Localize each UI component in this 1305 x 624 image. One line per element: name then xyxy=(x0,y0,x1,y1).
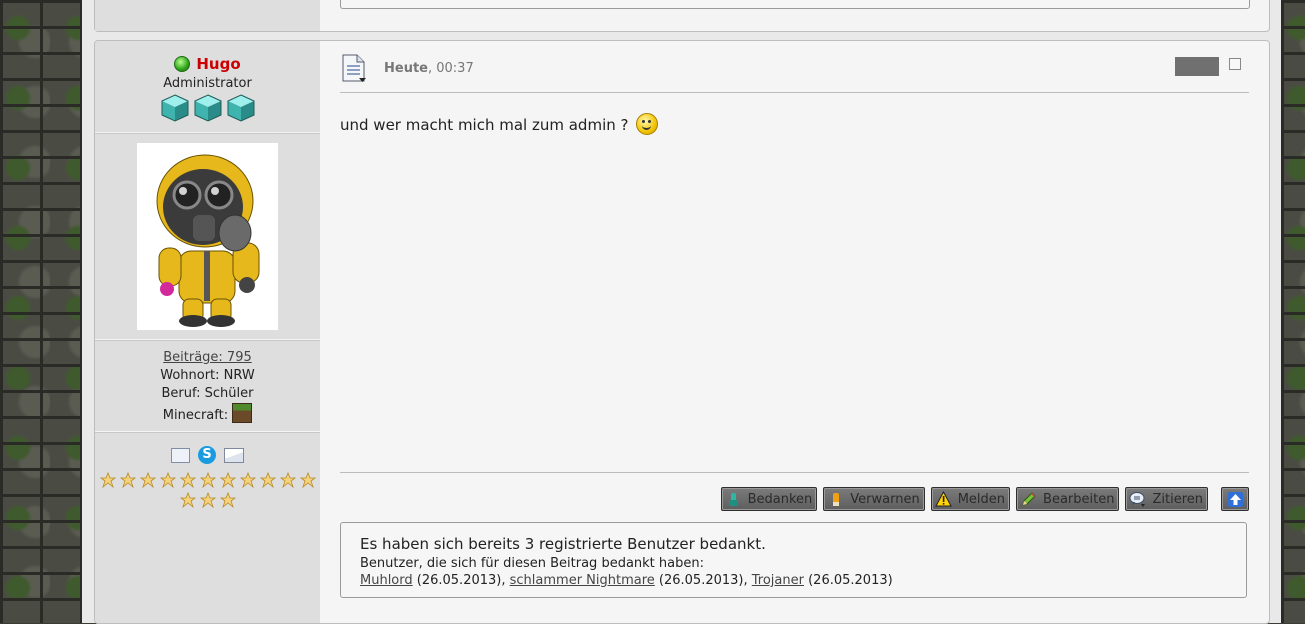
post-date-day: Heute xyxy=(384,61,428,76)
author-location: Wohnort: NRW xyxy=(160,368,255,383)
report-button[interactable]: Melden xyxy=(930,487,1011,511)
author-sidebar: Hugo Administrator Beiträge: 795 Wohnort… xyxy=(95,41,320,623)
post-header: Heute, 00:37 xyxy=(340,51,1249,93)
thanks-button-label: Bedanken xyxy=(747,491,813,507)
thanks-user-date: (26.05.2013), xyxy=(412,573,510,588)
quote-button-label: Zitieren xyxy=(1152,491,1203,507)
award-badge-icon[interactable] xyxy=(299,472,316,488)
arrow-up-icon xyxy=(1227,491,1243,507)
thanks-user-date: (26.05.2013), xyxy=(654,573,752,588)
warn-button[interactable]: Verwarnen xyxy=(823,487,925,511)
author-header: Hugo Administrator xyxy=(95,41,320,133)
award-badge-icon[interactable] xyxy=(239,472,256,488)
report-button-label: Melden xyxy=(957,491,1006,507)
post-document-icon[interactable] xyxy=(342,54,366,83)
award-badge-icon[interactable] xyxy=(179,472,196,488)
thanks-user-date: (26.05.2013) xyxy=(803,573,893,588)
thanks-box: Es haben sich bereits 3 registrierte Ben… xyxy=(340,522,1247,598)
post-divider xyxy=(340,472,1249,473)
minecraft-label: Minecraft: xyxy=(162,408,229,423)
thanks-icon xyxy=(728,492,738,506)
background-wall-right xyxy=(1281,0,1305,623)
award-badge-icon[interactable] xyxy=(219,472,236,488)
post-message: und wer macht mich mal zum admin ? xyxy=(340,113,659,135)
rank-cube-icon xyxy=(227,94,255,122)
warn-icon xyxy=(833,492,840,506)
award-badge-icon[interactable] xyxy=(279,472,296,488)
edit-icon xyxy=(1022,491,1036,506)
award-badge-icon[interactable] xyxy=(179,492,196,508)
online-status-icon xyxy=(174,56,191,72)
background-wall-left xyxy=(0,0,82,623)
award-badge-icon[interactable] xyxy=(159,472,176,488)
award-badge-icon[interactable] xyxy=(219,492,236,508)
scroll-top-button[interactable] xyxy=(1221,487,1249,511)
email-icon[interactable] xyxy=(224,447,244,463)
thanks-title: Es haben sich bereits 3 registrierte Ben… xyxy=(360,535,766,553)
author-info: Beiträge: 795 Wohnort: NRW Beruf: Schüle… xyxy=(95,340,320,432)
thanks-user-link[interactable]: schlammer Nightmare xyxy=(510,573,655,588)
rank-cube-icon xyxy=(194,94,222,122)
warn-button-label: Verwarnen xyxy=(850,491,920,507)
award-badge-icon[interactable] xyxy=(99,472,116,488)
avatar[interactable] xyxy=(137,143,278,330)
thanks-button[interactable]: Bedanken xyxy=(720,487,818,511)
author-minecraft: Minecraft: xyxy=(95,403,320,425)
smiley-icon xyxy=(636,113,659,135)
thanks-user-link[interactable]: Trojaner xyxy=(752,573,804,588)
report-icon xyxy=(934,490,952,506)
post-options-button[interactable] xyxy=(1175,57,1219,76)
author-rank: Administrator xyxy=(163,76,252,91)
skype-icon[interactable]: S xyxy=(198,446,216,464)
award-badge-icon[interactable] xyxy=(199,492,216,508)
post-count-link[interactable]: Beiträge: 795 xyxy=(163,350,252,365)
previous-post xyxy=(94,0,1270,32)
award-badge-icon[interactable] xyxy=(139,472,156,488)
awards xyxy=(97,472,319,508)
award-badge-icon[interactable] xyxy=(259,472,276,488)
author-name-link[interactable]: Hugo xyxy=(196,55,240,73)
post-message-text: und wer macht mich mal zum admin ? xyxy=(340,116,629,134)
contact-section: S xyxy=(95,432,320,508)
minecraft-grass-block-icon[interactable] xyxy=(232,403,253,423)
thanks-user-link[interactable]: Muhlord xyxy=(360,573,413,588)
forum-frame: Hugo Administrator Beiträge: 795 Wohnort… xyxy=(82,0,1281,624)
rank-stars xyxy=(95,94,320,122)
quote-icon xyxy=(1129,491,1146,507)
previous-post-thanks-box xyxy=(340,0,1250,9)
avatar-section xyxy=(95,133,320,340)
edit-button-label: Bearbeiten xyxy=(1043,491,1115,507)
author-job: Beruf: Schüler xyxy=(161,386,254,401)
post-date-time: , 00:37 xyxy=(427,61,474,76)
rank-cube-icon xyxy=(161,94,189,122)
profile-card-icon[interactable] xyxy=(171,447,190,463)
post-select-checkbox[interactable] xyxy=(1229,58,1241,70)
award-badge-icon[interactable] xyxy=(199,472,216,488)
quote-button[interactable]: Zitieren xyxy=(1125,487,1208,511)
edit-button[interactable]: Bearbeiten xyxy=(1016,487,1120,511)
post-content: Heute, 00:37 und wer macht mich mal zum … xyxy=(340,41,1249,623)
forum-post: Hugo Administrator Beiträge: 795 Wohnort… xyxy=(94,40,1270,624)
previous-post-sidebar xyxy=(95,0,320,31)
thanks-user-list: Muhlord (26.05.2013), schlammer Nightmar… xyxy=(360,573,1227,588)
award-badge-icon[interactable] xyxy=(119,472,136,488)
post-date: Heute, 00:37 xyxy=(384,61,474,76)
contact-icons: S xyxy=(95,444,320,466)
post-actions: Bedanken Verwarnen Melden Bearbeiten Zit… xyxy=(720,487,1249,511)
thanks-subtitle: Benutzer, die sich für diesen Beitrag be… xyxy=(360,556,704,571)
